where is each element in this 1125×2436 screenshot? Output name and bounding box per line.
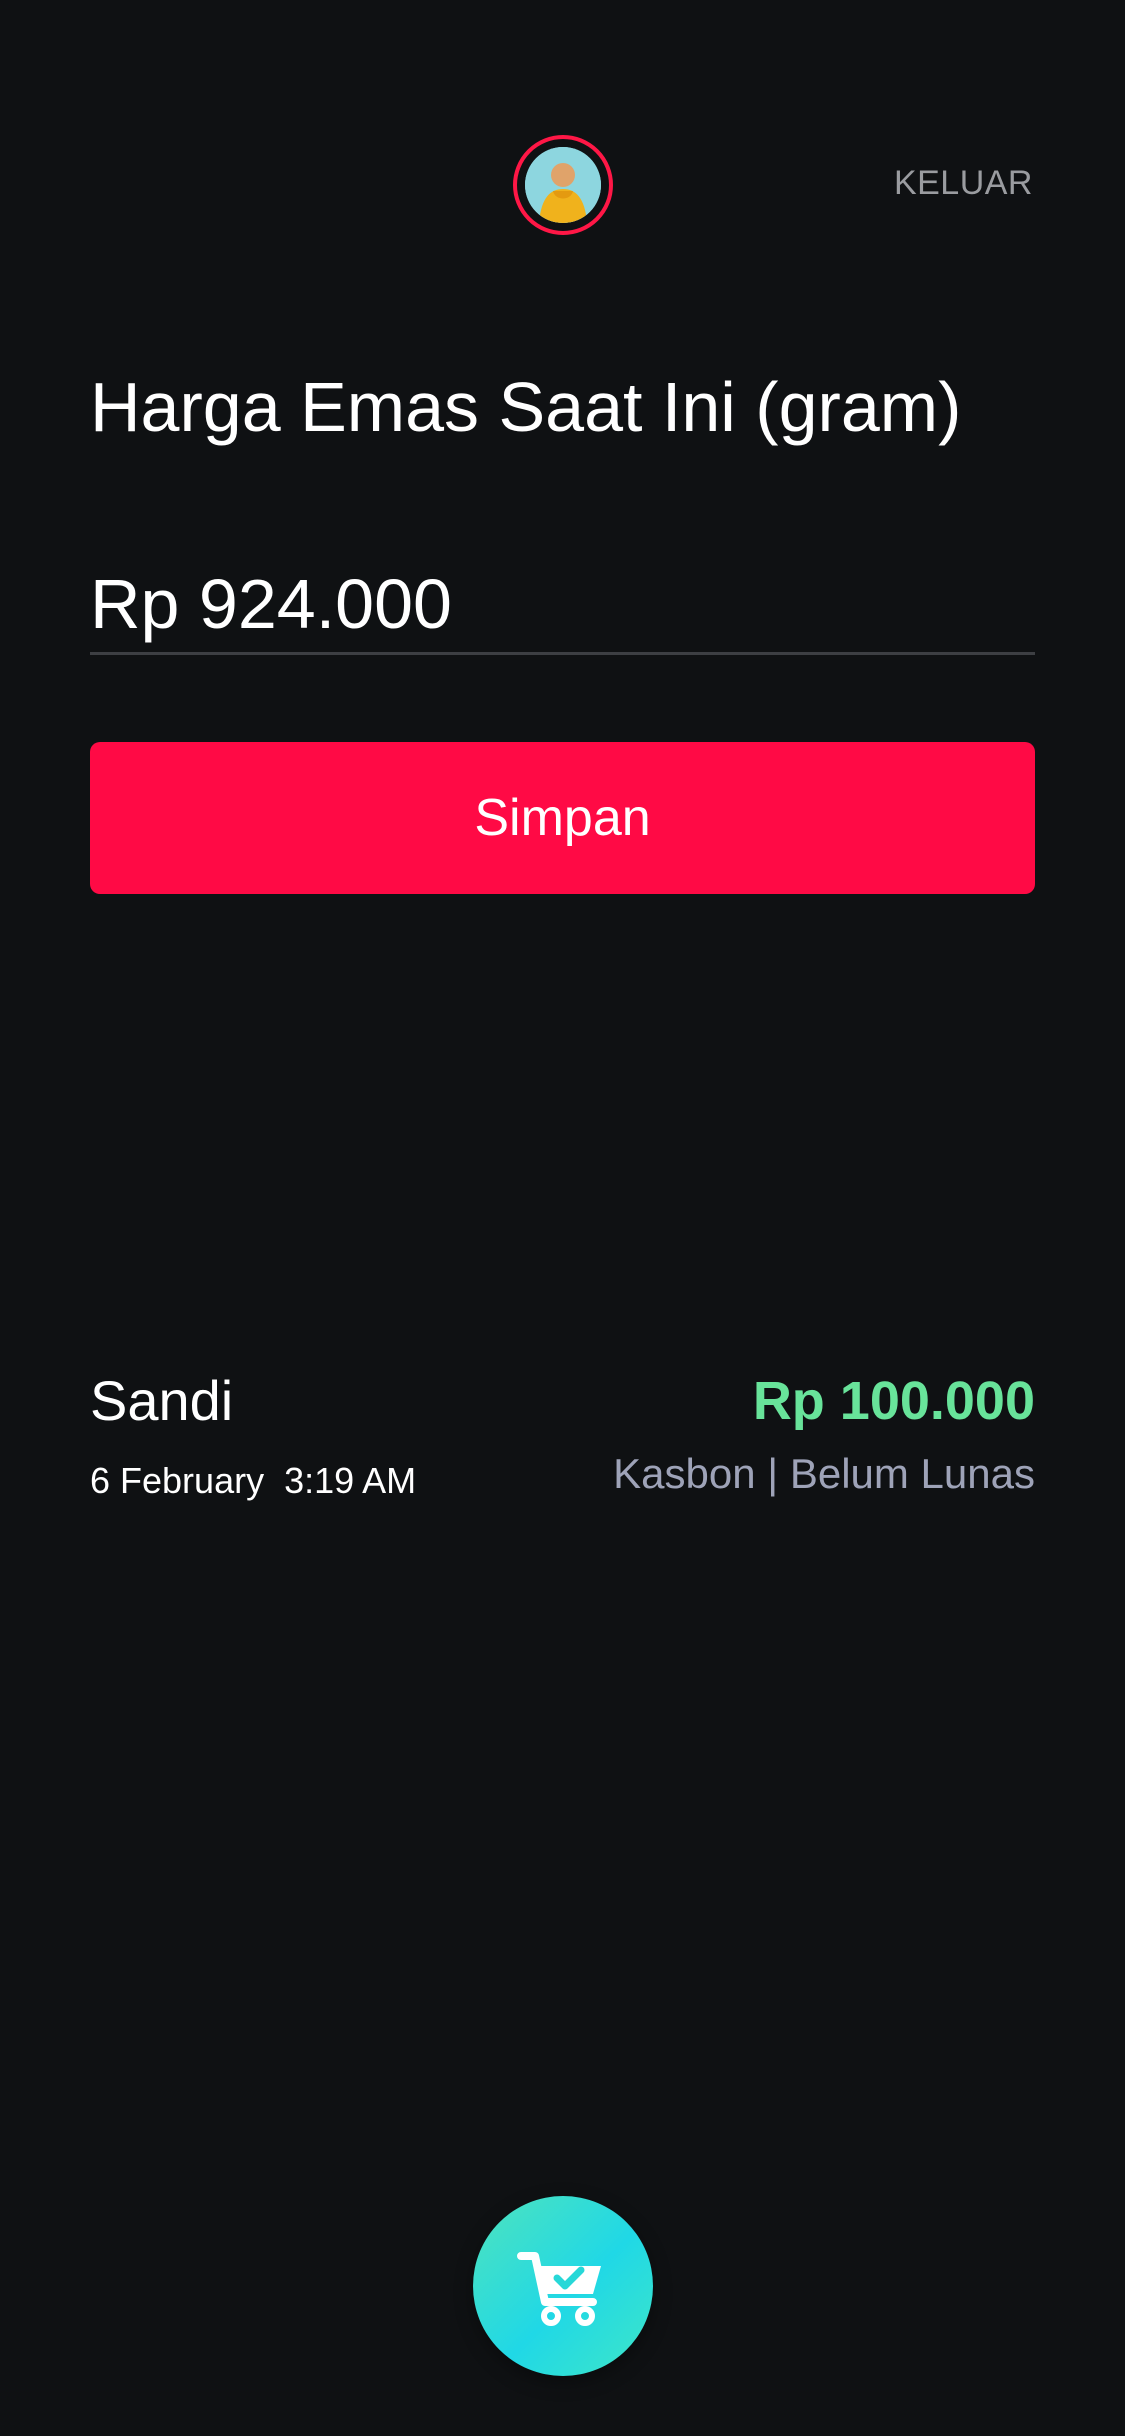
transaction-status: Kasbon | Belum Lunas <box>613 1450 1035 1497</box>
cart-fab-button[interactable] <box>473 2196 653 2376</box>
transaction-date: 6 February 3:19 AM <box>90 1460 417 1501</box>
save-button[interactable]: Simpan <box>90 742 1035 894</box>
cart-check-icon <box>517 2252 601 2326</box>
avatar-photo <box>525 147 601 223</box>
logout-button[interactable]: KELUAR <box>894 164 1033 203</box>
avatar[interactable] <box>513 135 613 235</box>
page-title: Harga Emas Saat Ini (gram) <box>90 368 962 446</box>
avatar-image <box>525 147 601 223</box>
transaction-amount: Rp 100.000 <box>752 1371 1035 1431</box>
gold-price-input[interactable] <box>90 555 1035 655</box>
transaction-name: Sandi <box>90 1369 234 1432</box>
transaction-item[interactable]: Sandi 6 February 3:19 AM Rp 100.000 Kasb… <box>90 1360 1035 1510</box>
